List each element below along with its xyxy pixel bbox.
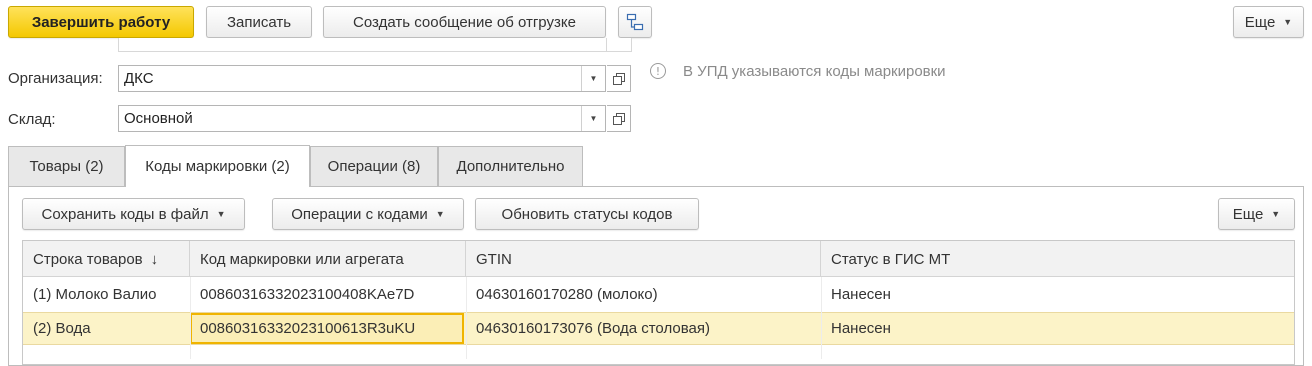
column-header-gis-status-label: Статус в ГИС МТ [831, 250, 951, 268]
row-goods-line[interactable]: (2) Вода [23, 312, 190, 345]
chevron-down-icon: ▼ [435, 209, 445, 219]
organization-value: ДКС [124, 70, 154, 87]
row-marking-code-focused[interactable]: 00860316332023100613R3uKU [190, 313, 464, 344]
open-organization-button[interactable] [607, 65, 631, 92]
hierarchy-icon [626, 13, 644, 31]
row-gis-status[interactable]: Нанесен [821, 312, 1294, 345]
finish-work-button[interactable]: Завершить работу [8, 6, 194, 38]
open-warehouse-button[interactable] [607, 105, 631, 132]
hidden-field-edge [118, 38, 632, 52]
code-operations-label: Операции с кодами [291, 205, 428, 223]
warehouse-field[interactable]: Основной ▼ [118, 105, 606, 132]
column-divider [466, 277, 467, 359]
tab-marking-codes-label: Коды маркировки (2) [145, 158, 290, 175]
row-goods-line[interactable]: (1) Молоко Валио [23, 277, 190, 311]
tab-operations-label: Операции (8) [327, 158, 421, 175]
refresh-code-status-label: Обновить статусы кодов [501, 205, 673, 223]
column-header-gtin[interactable]: GTIN [466, 241, 821, 277]
column-header-marking-code[interactable]: Код маркировки или агрегата [190, 241, 466, 277]
finish-work-label: Завершить работу [31, 13, 171, 31]
chevron-down-icon: ▼ [216, 209, 226, 219]
warehouse-value: Основной [124, 110, 193, 127]
column-divider [821, 277, 822, 359]
structure-button[interactable] [618, 6, 652, 38]
open-window-icon [612, 112, 625, 125]
tab-operations[interactable]: Операции (8) [310, 146, 438, 186]
save-button[interactable]: Записать [206, 6, 312, 38]
row-gtin[interactable]: 04630160170280 (молоко) [466, 277, 821, 311]
save-codes-to-file-button[interactable]: Сохранить коды в файл ▼ [22, 198, 245, 230]
panel-more-label: Еще [1232, 205, 1264, 223]
tab-additional-label: Дополнительно [456, 158, 565, 175]
create-shipment-message-button[interactable]: Создать сообщение об отгрузке [323, 6, 606, 38]
chevron-down-icon[interactable]: ▼ [581, 106, 605, 131]
info-icon: ! [650, 63, 666, 79]
row-marking-code[interactable]: 00860316332023100408KAe7D [190, 277, 466, 311]
open-window-icon [612, 72, 625, 85]
row-gtin[interactable]: 04630160173076 (Вода столовая) [466, 312, 821, 345]
column-header-gtin-label: GTIN [476, 250, 512, 268]
more-button[interactable]: Еще ▼ [1233, 6, 1304, 38]
create-shipment-message-label: Создать сообщение об отгрузке [353, 13, 576, 31]
column-header-goods-line[interactable]: Строка товаров ↓ [23, 241, 190, 277]
upd-info-text: В УПД указываются коды маркировки [683, 63, 946, 80]
code-operations-button[interactable]: Операции с кодами ▼ [272, 198, 464, 230]
more-label: Еще [1244, 13, 1276, 31]
chevron-down-icon[interactable]: ▼ [581, 66, 605, 91]
organization-field[interactable]: ДКС ▼ [118, 65, 606, 92]
warehouse-label: Склад: [8, 111, 56, 128]
save-codes-to-file-label: Сохранить коды в файл [41, 205, 209, 223]
column-header-gis-status[interactable]: Статус в ГИС МТ [821, 241, 1294, 277]
column-header-marking-code-label: Код маркировки или агрегата [200, 250, 404, 268]
chevron-down-icon: ▼ [1271, 209, 1281, 219]
tab-goods[interactable]: Товары (2) [8, 146, 125, 186]
column-divider [190, 277, 191, 359]
tab-goods-label: Товары (2) [29, 158, 104, 175]
save-label: Записать [226, 13, 292, 31]
column-header-goods-line-label: Строка товаров [33, 250, 143, 268]
panel-more-button[interactable]: Еще ▼ [1218, 198, 1295, 230]
sort-arrow-icon: ↓ [150, 250, 159, 268]
organization-label: Организация: [8, 70, 103, 87]
hidden-field-divider [606, 38, 607, 52]
row-gis-status[interactable]: Нанесен [821, 277, 1294, 311]
tab-additional[interactable]: Дополнительно [438, 146, 583, 186]
chevron-down-icon: ▼ [1283, 17, 1293, 27]
tab-marking-codes[interactable]: Коды маркировки (2) [125, 145, 310, 187]
refresh-code-status-button[interactable]: Обновить статусы кодов [475, 198, 699, 230]
